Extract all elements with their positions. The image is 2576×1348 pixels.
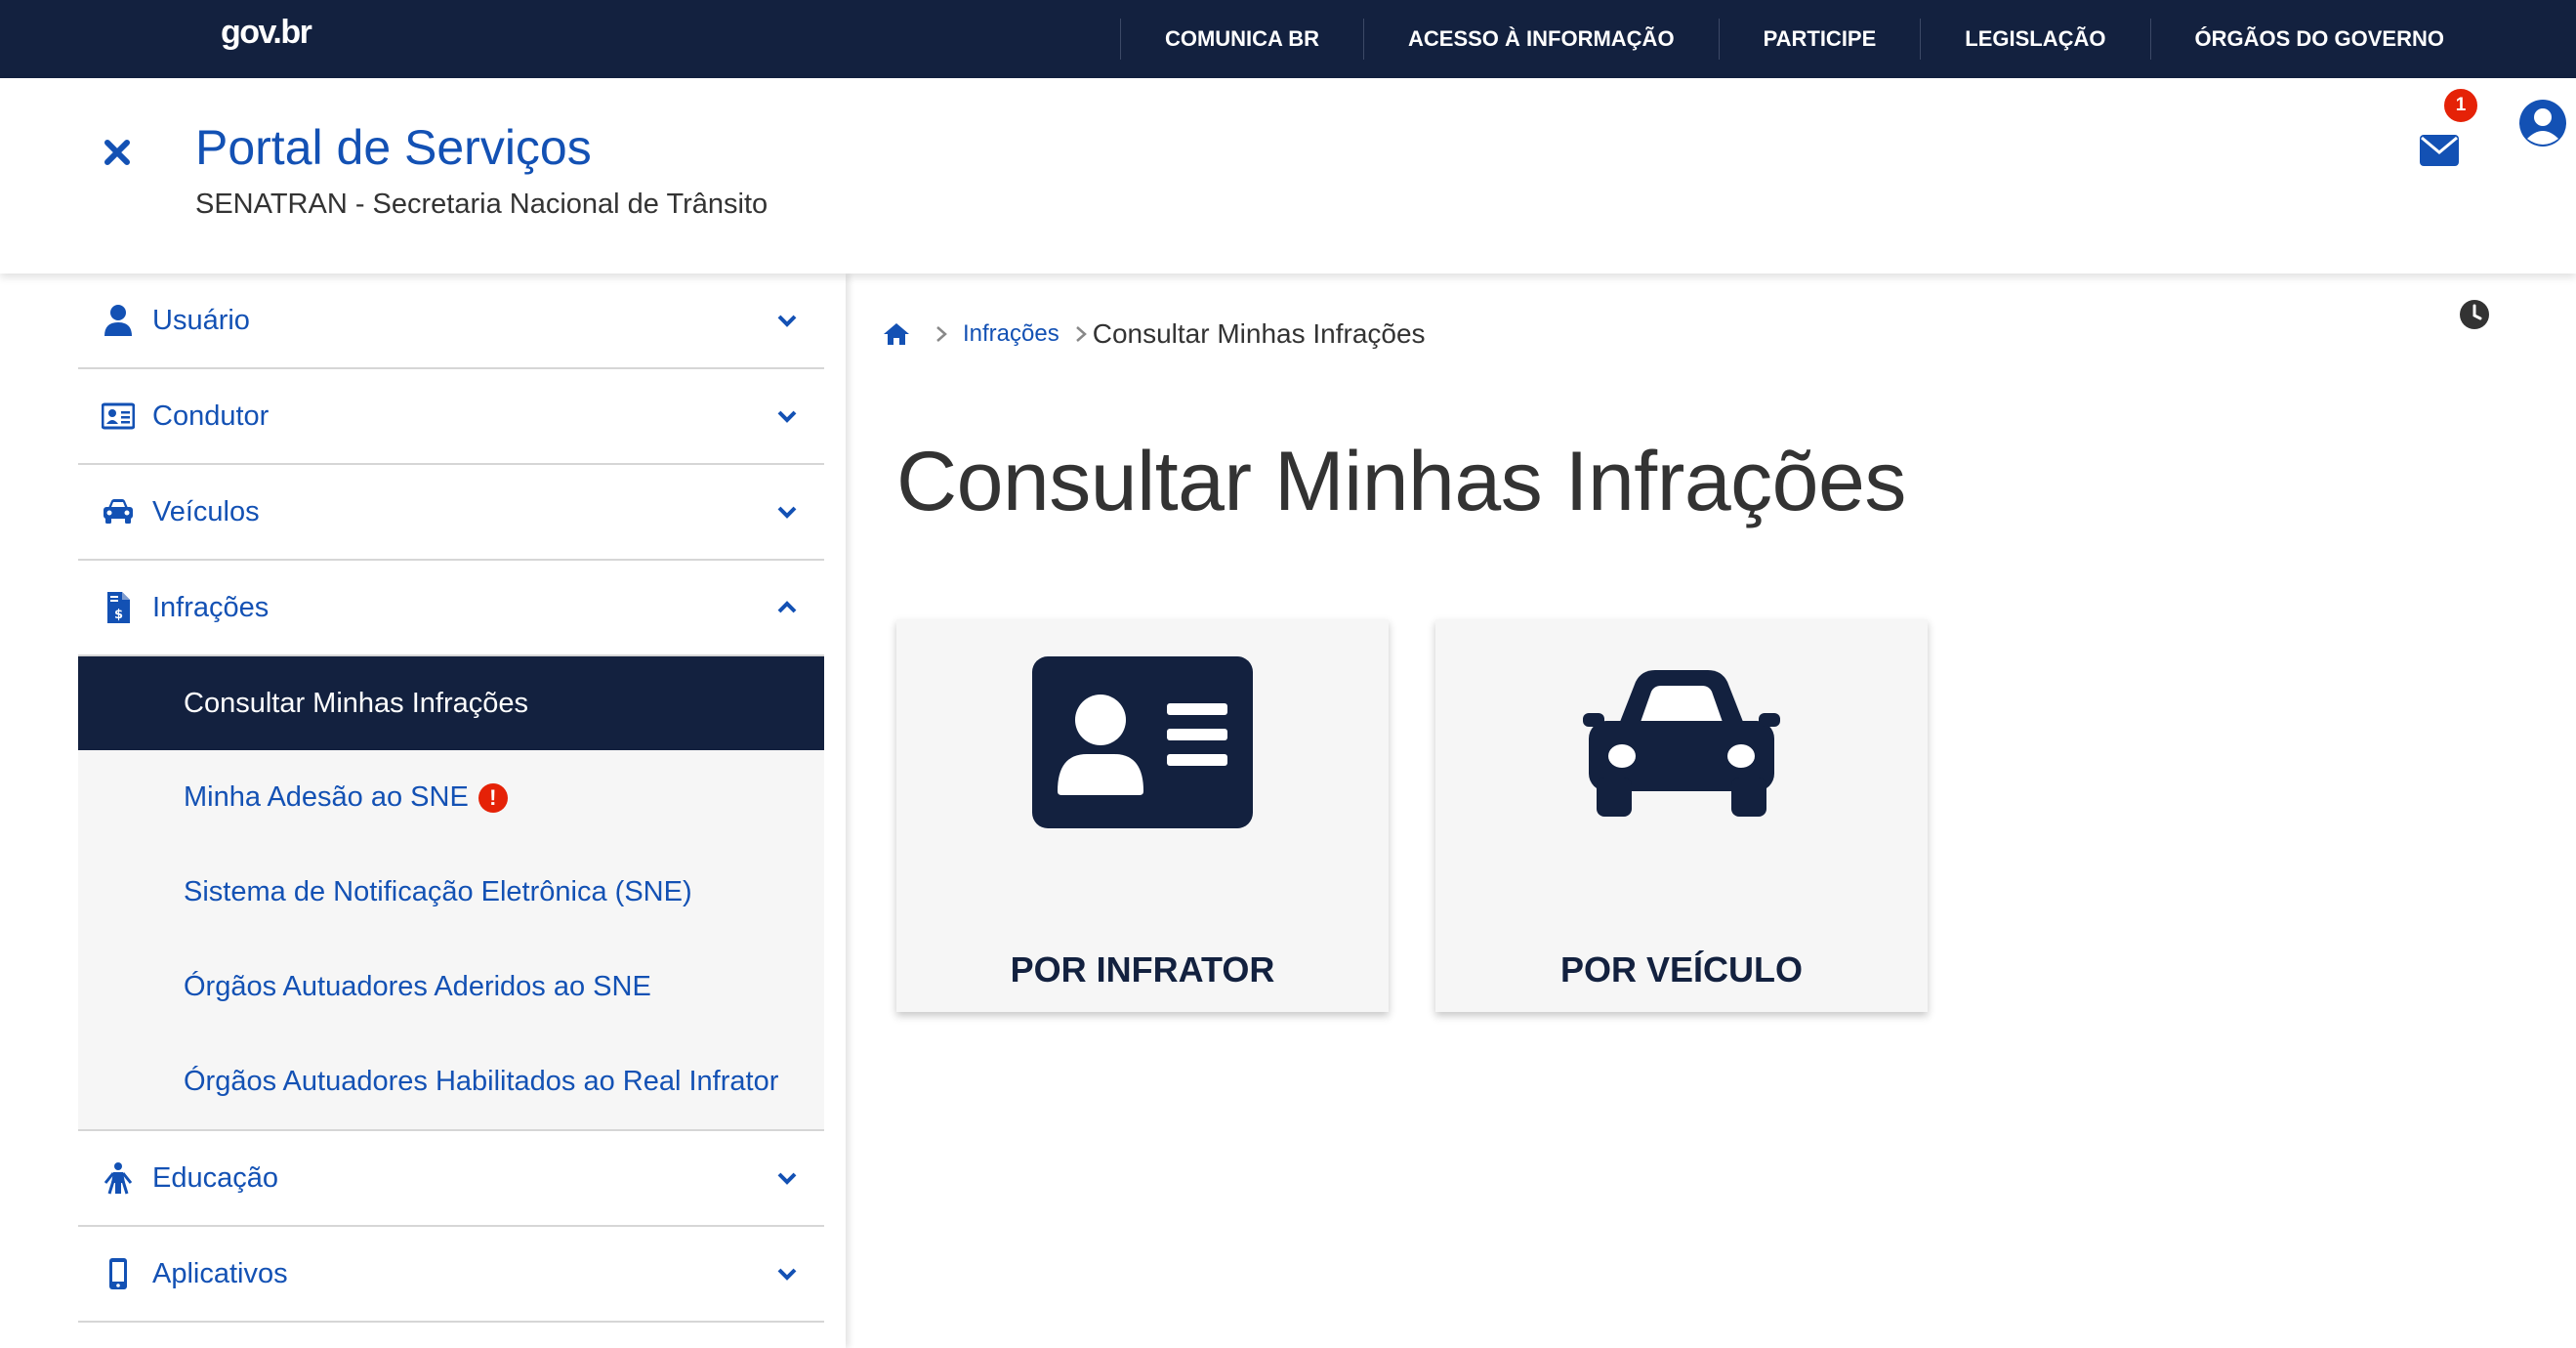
id-card-icon [1032, 656, 1253, 828]
sidebar-item-educacao[interactable]: Educação [78, 1131, 824, 1227]
page-title: Consultar Minhas Infrações [896, 435, 1906, 528]
sidebar-item-label: Educação [152, 1161, 278, 1194]
breadcrumb-link-infracoes[interactable]: Infrações [963, 320, 1059, 348]
infracoes-submenu: Consultar Minhas Infrações Minha Adesão … [78, 656, 824, 1131]
sidebar-item-label: Veículos [152, 495, 260, 527]
envelope-icon [2420, 135, 2459, 166]
submenu-item-orgaos-habilitados[interactable]: Órgãos Autuadores Habilitados ao Real In… [78, 1034, 824, 1129]
submenu-item-consultar-minhas-infracoes[interactable]: Consultar Minhas Infrações [78, 656, 824, 750]
alert-icon: ! [478, 782, 508, 813]
mobile-icon [109, 1258, 127, 1289]
govbr-logo[interactable]: gov.br [221, 14, 312, 52]
sidebar-item-usuario[interactable]: Usuário [78, 274, 824, 369]
gov-link-legislacao[interactable]: LEGISLAÇÃO [1920, 19, 2149, 60]
id-card-icon [102, 402, 135, 430]
sidebar-item-aplicativos[interactable]: Aplicativos [78, 1227, 824, 1323]
gov-links: COMUNICA BR ACESSO À INFORMAÇÃO PARTICIP… [1119, 0, 2576, 78]
gov-link-comunica-br[interactable]: COMUNICA BR [1119, 19, 1363, 60]
gov-link-orgaos-governo[interactable]: ÓRGÃOS DO GOVERNO [2149, 19, 2488, 60]
breadcrumb: Infrações Consultar Minhas Infrações [883, 315, 1426, 354]
svg-text:$: $ [114, 608, 123, 622]
gov-link-participe[interactable]: PARTICIPE [1718, 19, 1921, 60]
chevron-right-icon [936, 326, 947, 342]
card-por-veiculo[interactable]: POR VEÍCULO [1435, 619, 1928, 1012]
sidebar-item-label: Infrações [152, 591, 270, 623]
close-icon [104, 140, 130, 165]
chevron-down-icon [777, 315, 797, 327]
home-icon[interactable] [883, 320, 910, 348]
clock-icon [2460, 300, 2489, 329]
gov-topbar: gov.br COMUNICA BR ACESSO À INFORMAÇÃO P… [0, 0, 2576, 78]
sidebar: Usuário Condutor Veículos $ Infrações Co… [0, 274, 846, 1348]
submenu-item-sistema-notificacao[interactable]: Sistema de Notificação Eletrônica (SNE) [78, 845, 824, 940]
sidebar-item-label: Aplicativos [152, 1257, 288, 1289]
submenu-item-orgaos-aderidos[interactable]: Órgãos Autuadores Aderidos ao SNE [78, 940, 824, 1034]
close-menu-button[interactable] [102, 137, 133, 168]
gov-link-acesso-informacao[interactable]: ACESSO À INFORMAÇÃO [1363, 19, 1719, 60]
chevron-down-icon [777, 1268, 797, 1281]
sidebar-item-veiculos[interactable]: Veículos [78, 465, 824, 561]
portal-header: Portal de Serviços SENATRAN - Secretaria… [0, 78, 2576, 274]
submenu-item-label: Minha Adesão ao SNE [184, 781, 469, 813]
card-por-infrator[interactable]: POR INFRATOR [896, 619, 1389, 1012]
user-circle-icon [2519, 100, 2566, 147]
sidebar-nav: Usuário Condutor Veículos $ Infrações Co… [78, 274, 824, 1323]
file-invoice-dollar-icon: $ [107, 592, 130, 623]
card-label: POR INFRATOR [1010, 949, 1275, 990]
chevron-down-icon [777, 410, 797, 423]
card-label: POR VEÍCULO [1559, 949, 1804, 990]
sidebar-item-condutor[interactable]: Condutor [78, 369, 824, 465]
car-icon [1583, 670, 1780, 817]
submenu-item-label: Consultar Minhas Infrações [184, 687, 528, 719]
chevron-down-icon [777, 506, 797, 519]
child-reaching-icon [104, 1162, 133, 1195]
submenu-item-minha-adesao-sne[interactable]: Minha Adesão ao SNE ! [78, 750, 824, 845]
portal-subtitle: SENATRAN - Secretaria Nacional de Trânsi… [195, 189, 769, 220]
chevron-up-icon [777, 601, 797, 613]
submenu-item-label: Órgãos Autuadores Habilitados ao Real In… [184, 1066, 779, 1097]
chevron-down-icon [777, 1172, 797, 1185]
sidebar-item-infracoes[interactable]: $ Infrações [78, 561, 824, 656]
submenu-item-label: Órgãos Autuadores Aderidos ao SNE [184, 971, 651, 1002]
portal-title[interactable]: Portal de Serviços [195, 119, 592, 176]
sidebar-item-label: Condutor [152, 400, 270, 432]
session-timer-button[interactable] [2459, 299, 2490, 330]
user-avatar-button[interactable] [2517, 98, 2568, 148]
chevron-right-icon [1075, 326, 1087, 342]
sidebar-item-label: Usuário [152, 304, 250, 336]
car-icon [104, 499, 133, 524]
breadcrumb-current: Consultar Minhas Infrações [1092, 318, 1426, 349]
submenu-item-label: Sistema de Notificação Eletrônica (SNE) [184, 876, 692, 907]
user-icon [104, 305, 132, 336]
notification-count-badge: 1 [2441, 86, 2480, 125]
